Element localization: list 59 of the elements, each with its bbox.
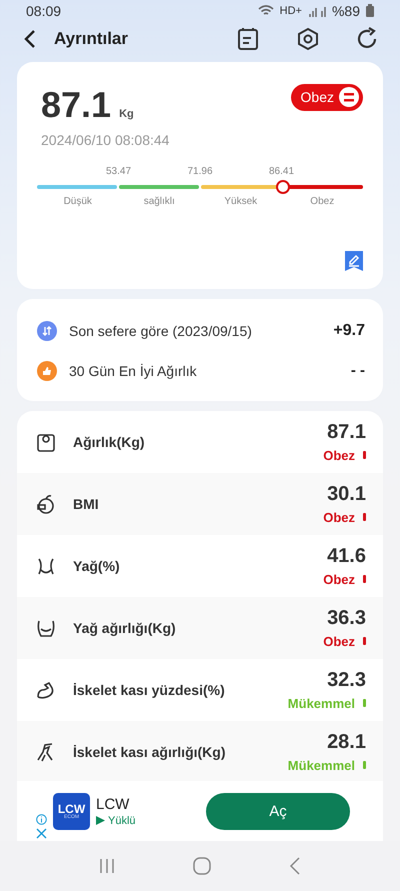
battery-level: %89 — [332, 2, 360, 19]
metric-status: Mükemmel — [288, 758, 355, 773]
metric-value: 36.3 — [327, 606, 366, 630]
app-name: LCW — [96, 796, 130, 813]
weight-unit: Kg — [119, 108, 134, 120]
range-threshold: 71.96 — [186, 166, 214, 177]
range-threshold: 86.41 — [268, 166, 296, 177]
metric-value: 30.1 — [327, 482, 366, 506]
metric-label: İskelet kası ağırlığı(Kg) — [73, 744, 226, 760]
range-label: Obez — [309, 196, 336, 207]
metric-label: Yağ ağırlığı(Kg) — [73, 620, 176, 636]
signal-icon — [308, 4, 326, 17]
status-flag-icon — [363, 699, 366, 708]
metric-status: Obez — [323, 572, 355, 587]
metric-value: 28.1 — [327, 730, 366, 754]
status-flag-icon — [363, 637, 366, 646]
compare-icon — [37, 320, 57, 341]
comparison-value: +9.7 — [333, 322, 365, 340]
status-flag-icon — [363, 761, 366, 770]
open-button[interactable]: Aç — [206, 792, 350, 830]
metric-label: Yağ(%) — [73, 558, 120, 574]
metric-value: 87.1 — [327, 420, 366, 444]
info-icon[interactable] — [36, 814, 47, 826]
metric-label: Ağırlık(Kg) — [73, 434, 145, 450]
status-flag-icon — [363, 575, 366, 584]
status-time: 08:09 — [26, 2, 62, 19]
home-icon[interactable] — [193, 857, 211, 876]
status-flag-icon — [363, 513, 366, 522]
range-label: Yüksek — [223, 196, 258, 207]
thumbs-up-icon — [37, 360, 57, 381]
metric-label: BMI — [73, 496, 99, 512]
close-icon[interactable] — [36, 828, 47, 840]
metric-status: Obez — [323, 510, 355, 525]
metric-label: İskelet kası yüzdesi(%) — [73, 682, 225, 698]
page-title: Ayrıntılar — [54, 28, 128, 49]
range-label: sağlıklı — [142, 196, 176, 207]
back-icon[interactable] — [23, 28, 37, 49]
metric-status: Obez — [323, 634, 355, 649]
weight-value: 87.1 — [41, 84, 112, 126]
comparison-label: Son sefere göre (2023/09/15) — [69, 322, 252, 339]
recent-apps-icon[interactable] — [99, 858, 115, 874]
play-store-icon — [96, 816, 105, 826]
metric-value: 32.3 — [327, 668, 366, 692]
status-badge: Obez — [290, 84, 363, 111]
metric-value: 41.6 — [327, 544, 366, 568]
install-state: Yüklü — [108, 814, 136, 827]
measure-date: 2024/06/10 08:08:44 — [41, 132, 170, 148]
wifi-icon — [258, 4, 274, 17]
network-type: HD+ — [280, 4, 302, 17]
range-label: Düşük — [62, 196, 93, 207]
status-flag-icon — [363, 451, 366, 460]
comparison-value: - - — [350, 362, 365, 380]
apple-icon — [35, 492, 57, 515]
edit-button[interactable] — [345, 250, 363, 271]
metric-status: Mükemmel — [288, 696, 355, 711]
metric-status: Obez — [323, 448, 355, 463]
comparison-label: 30 Gün En İyi Ağırlık — [69, 362, 197, 379]
battery-icon — [366, 4, 374, 18]
range-threshold: 53.47 — [104, 166, 132, 177]
